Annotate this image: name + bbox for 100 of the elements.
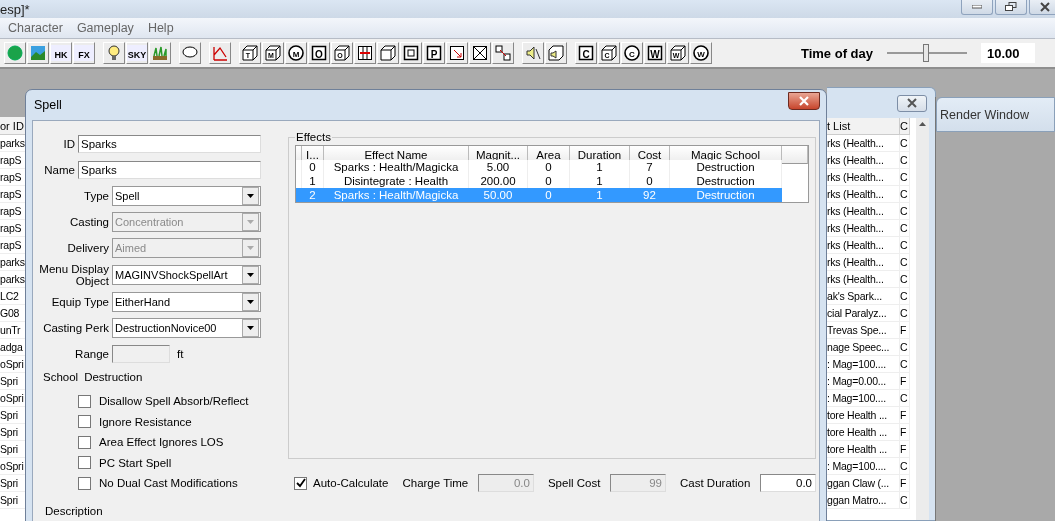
arrow-square-icon — [449, 45, 465, 61]
speech-bubble-icon — [182, 45, 198, 61]
cube-icon — [380, 45, 396, 61]
table-cell: F — [900, 373, 910, 390]
column-header[interactable]: C — [900, 118, 910, 135]
text-field[interactable]: Sparks — [78, 135, 261, 153]
toolbar-button[interactable] — [354, 42, 376, 64]
toolbar-button[interactable] — [179, 42, 201, 64]
checkbox-label: No Dual Cast Modifications — [99, 477, 238, 490]
dropdown[interactable]: MAGINVShockSpellArt — [112, 265, 261, 285]
table-cell: F — [900, 322, 910, 339]
field-label: Menu Display Object — [38, 263, 109, 287]
table-cell: C — [900, 152, 910, 169]
field-label: Casting Perk — [42, 322, 109, 334]
menu-item[interactable]: Gameplay — [69, 21, 141, 35]
restore-button[interactable] — [995, 0, 1027, 15]
minimize-icon — [972, 5, 982, 9]
toolbar-button[interactable] — [400, 42, 422, 64]
table-cell: C — [900, 356, 910, 373]
globe-icon — [7, 45, 23, 61]
toolbar-button[interactable] — [545, 42, 567, 64]
toolbar-button[interactable] — [377, 42, 399, 64]
toolbar-button[interactable] — [103, 42, 125, 64]
table-cell[interactable]: 7 — [630, 160, 670, 174]
split-icon — [357, 45, 373, 61]
school-label: School — [43, 371, 79, 383]
table-cell: C — [900, 458, 910, 475]
checkbox-label: PC Start Spell — [99, 456, 172, 469]
close-button[interactable] — [897, 94, 927, 112]
table-cell: C — [900, 390, 910, 407]
column-header[interactable] — [782, 146, 808, 164]
checkbox[interactable] — [78, 435, 91, 449]
close-button[interactable] — [788, 92, 820, 110]
toolbar-button[interactable] — [469, 42, 491, 64]
close-icon — [1040, 2, 1050, 12]
speaker-icon — [525, 45, 541, 61]
number-field[interactable]: 0.0 — [760, 474, 816, 493]
table-cell[interactable]: 0 — [528, 160, 570, 174]
close-button[interactable] — [1029, 0, 1055, 15]
close-icon — [907, 98, 917, 108]
table-cell: C — [900, 237, 910, 254]
close-icon — [799, 96, 809, 106]
square-icon — [403, 45, 419, 61]
caret-icon — [247, 220, 254, 224]
toolbar-button[interactable] — [446, 42, 468, 64]
table-cell[interactable]: 5.00 — [469, 160, 528, 174]
group-title: Effects — [295, 131, 332, 143]
checkbox-label: Area Effect Ignores LOS — [99, 436, 224, 449]
table-cell: C — [900, 288, 910, 305]
field-label: Name — [43, 164, 75, 176]
bulb-icon — [106, 45, 122, 61]
check-icon — [295, 478, 306, 489]
menu-item[interactable]: Character — [0, 21, 70, 35]
cube-speaker-icon — [548, 45, 564, 61]
window-title: Render Window — [940, 107, 1029, 122]
caret-icon — [247, 246, 254, 250]
table-cell: C — [900, 220, 910, 237]
field-label: Delivery — [66, 242, 109, 254]
table-cell[interactable]: 1 — [570, 160, 630, 174]
table-cell: C — [900, 186, 910, 203]
unit-label: ft — [177, 348, 184, 360]
landscape-icon — [30, 45, 46, 61]
row-marker[interactable] — [296, 188, 302, 202]
window-title: esp]* — [0, 1, 30, 17]
table-cell: C — [900, 492, 910, 509]
checkbox[interactable] — [78, 394, 91, 408]
checkbox[interactable] — [294, 476, 307, 490]
restore-icon — [1005, 2, 1017, 12]
field-label: Cast Duration — [680, 477, 751, 490]
table-cell: F — [900, 475, 910, 492]
caret-icon — [247, 194, 254, 198]
table-cell[interactable]: 0 — [302, 160, 324, 174]
table-cell: C — [900, 339, 910, 356]
checkbox[interactable] — [78, 456, 91, 470]
scrollbar[interactable] — [916, 118, 929, 520]
table-cell: C — [900, 254, 910, 271]
column-header[interactable]: t List — [827, 118, 900, 135]
table-cell[interactable]: Sparks : Health/Magicka — [324, 160, 469, 174]
field-label: Spell Cost — [547, 477, 601, 490]
checkbox[interactable] — [78, 476, 91, 490]
graph-icon — [212, 45, 228, 61]
table-cell: C — [900, 305, 910, 322]
table-cell[interactable]: Destruction — [670, 160, 782, 174]
time-value: 10.00 — [981, 43, 1035, 63]
menu-item[interactable]: Help — [140, 21, 181, 35]
table-cell: C — [900, 169, 910, 186]
dropdown[interactable]: DestructionNovice00 — [112, 318, 261, 338]
dropdown[interactable]: Spell — [112, 186, 261, 206]
field-label: ID — [62, 138, 75, 150]
text-field[interactable]: Sparks — [78, 161, 261, 179]
description-label: Description — [44, 504, 103, 517]
table-cell: F — [900, 441, 910, 458]
dialog-title: Spell — [33, 98, 62, 112]
toolbar-button[interactable] — [522, 42, 544, 64]
table-cell: C — [900, 203, 910, 220]
checkbox[interactable] — [78, 415, 91, 429]
checkbox-label: Ignore Resistance — [99, 415, 192, 428]
slider-thumb[interactable] — [923, 44, 930, 62]
dropdown[interactable]: EitherHand — [112, 292, 261, 312]
field-label: Type — [83, 190, 109, 202]
